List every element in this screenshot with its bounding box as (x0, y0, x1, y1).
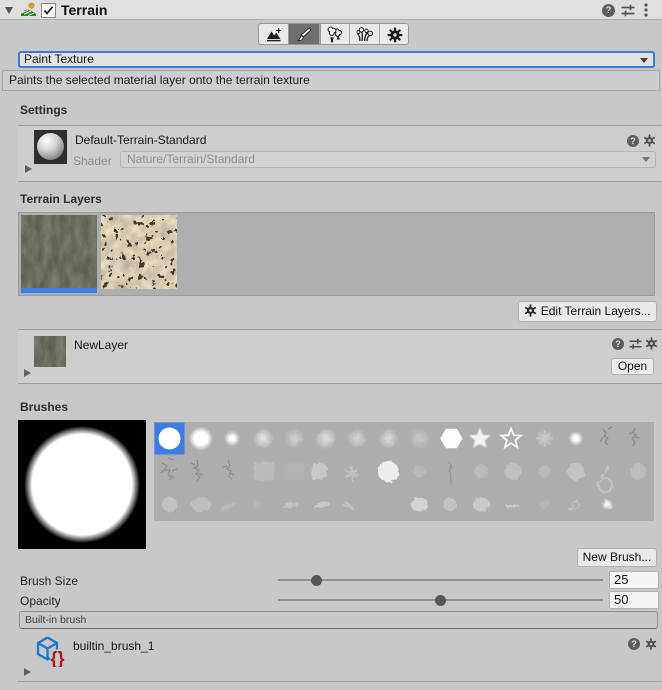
svg-text:{}: {} (51, 649, 65, 668)
